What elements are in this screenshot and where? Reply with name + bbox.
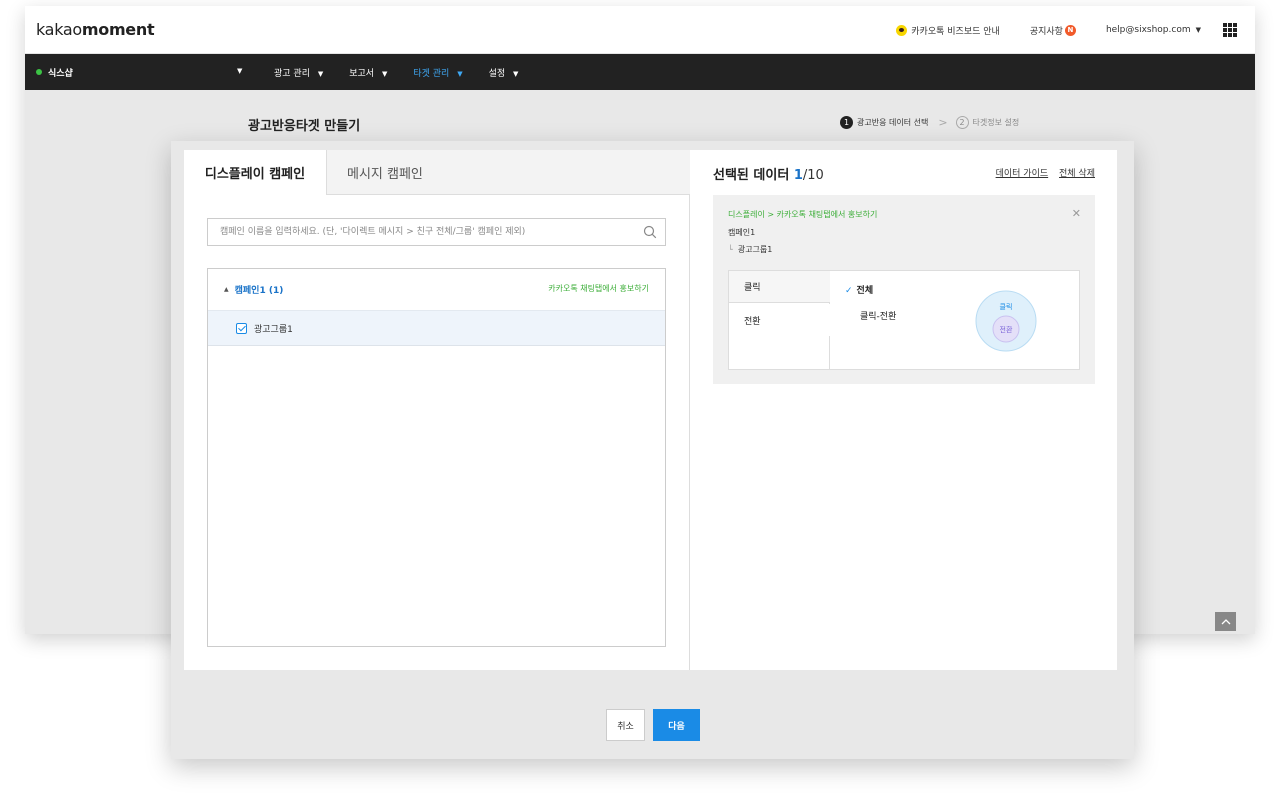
adgroup-name: 광고그룹1 [254, 324, 293, 335]
campaign-name: 캠페인1 (1) [234, 286, 284, 296]
venn-outer-label: 클릭 [1000, 303, 1013, 311]
step-2-label: 타겟정보 설정 [972, 118, 1020, 127]
kakaomoment-logo[interactable]: kakaomoment [36, 20, 155, 39]
main-nav: 식스샵 ▼ 광고 관리 ▼ 보고서 ▼ 타겟 관리 ▼ 설정 ▼ [25, 54, 1255, 90]
campaign-selector: 디스플레이 캠페인 메시지 캠페인 ▲ 캠페인1 (1) 카카오톡 채팅탭에서 … [184, 150, 690, 670]
account-menu[interactable]: help@sixshop.com ▼ [1106, 25, 1201, 35]
scroll-top-button[interactable] [1215, 612, 1236, 631]
selected-campaign: 캠페인1 [728, 228, 756, 237]
search-input[interactable] [208, 219, 628, 245]
venn-inner-label: 전환 [1000, 325, 1013, 334]
campaign-row[interactable]: ▲ 캠페인1 (1) 카카오톡 채팅탭에서 홍보하기 [208, 269, 665, 310]
step-indicator: 1 광고반응 데이터 선택 > 2 타겟정보 설정 [840, 116, 1019, 129]
chevron-up-icon [1221, 618, 1230, 624]
caret-down-icon: ▼ [1195, 26, 1201, 34]
step-1-label: 광고반응 데이터 선택 [857, 118, 929, 127]
data-guide-link[interactable]: 데이터 가이드 [996, 169, 1049, 179]
caret-down-icon[interactable]: ▼ [237, 67, 242, 75]
new-badge: N [1064, 24, 1076, 36]
collapse-triangle-icon[interactable]: ▲ [224, 286, 229, 293]
bizboard-guide-link[interactable]: 카카오톡 비즈보드 안내 [896, 24, 1000, 37]
kakaotalk-icon [896, 24, 908, 36]
target-modal: 디스플레이 캠페인 메시지 캠페인 ▲ 캠페인1 (1) 카카오톡 채팅탭에서 … [171, 141, 1134, 759]
campaign-search [207, 218, 666, 246]
option-conversion[interactable]: 전환 [729, 304, 830, 336]
option-click[interactable]: 클릭 [729, 271, 830, 303]
adgroup-row[interactable]: 광고그룹1 [208, 310, 665, 346]
search-icon[interactable] [643, 225, 657, 239]
selected-item-path: 디스플레이 > 카카오톡 채팅탭에서 홍보하기 [728, 210, 878, 219]
campaign-list: ▲ 캠페인1 (1) 카카오톡 채팅탭에서 홍보하기 광고그룹1 [207, 268, 666, 647]
nav-ad-management[interactable]: 광고 관리 ▼ [274, 66, 323, 79]
selected-item-card: 디스플레이 > 카카오톡 채팅탭에서 홍보하기 ✕ 캠페인1 └ 광고그룹1 클릭… [713, 195, 1095, 384]
check-icon: ✓ [845, 286, 853, 296]
step-1-number: 1 [840, 116, 853, 129]
selected-data-panel: 선택된 데이터 1/10 데이터 가이드 전체 삭제 디스플레이 > 카카오톡 … [691, 150, 1117, 670]
nav-target-management[interactable]: 타겟 관리 ▼ [413, 66, 462, 79]
notice-link[interactable]: 공지사항 N [1030, 24, 1076, 37]
close-icon[interactable]: ✕ [1072, 207, 1081, 220]
step-2-number: 2 [955, 116, 969, 129]
page-title: 광고반응타겟 만들기 [248, 119, 361, 134]
nav-reports[interactable]: 보고서 ▼ [349, 66, 387, 79]
campaign-tabs: 디스플레이 캠페인 메시지 캠페인 [184, 150, 690, 195]
data-type-table: 클릭 전환 ✓ 전체 클릭-전환 클릭 전환 [728, 270, 1080, 370]
next-button[interactable]: 다음 [653, 709, 700, 741]
suboption-click-conversion[interactable]: 클릭-전환 [860, 309, 896, 322]
apps-grid-icon[interactable] [1223, 23, 1237, 37]
tab-message-campaign[interactable]: 메시지 캠페인 [326, 150, 690, 195]
suboption-all[interactable]: ✓ 전체 [845, 283, 873, 296]
chevron-right-icon: > [938, 116, 948, 129]
selected-adgroup: └ 광고그룹1 [728, 245, 773, 254]
modal-panel: 디스플레이 캠페인 메시지 캠페인 ▲ 캠페인1 (1) 카카오톡 채팅탭에서 … [184, 150, 1117, 670]
delete-all-link[interactable]: 전체 삭제 [1059, 169, 1095, 179]
campaign-placement: 카카오톡 채팅탭에서 홍보하기 [548, 284, 649, 293]
checkbox-checked-icon[interactable] [236, 322, 247, 334]
cancel-button[interactable]: 취소 [606, 709, 645, 741]
nav-settings[interactable]: 설정 ▼ [489, 66, 519, 79]
venn-diagram: 클릭 전환 [975, 290, 1037, 352]
top-header: kakaomoment 카카오톡 비즈보드 안내 공지사항 N help@six… [25, 6, 1255, 54]
status-dot-icon [36, 69, 42, 75]
tab-display-campaign[interactable]: 디스플레이 캠페인 [184, 150, 326, 195]
selected-data-title: 선택된 데이터 1/10 [713, 168, 824, 183]
shop-selector[interactable]: 식스샵 [36, 54, 73, 90]
